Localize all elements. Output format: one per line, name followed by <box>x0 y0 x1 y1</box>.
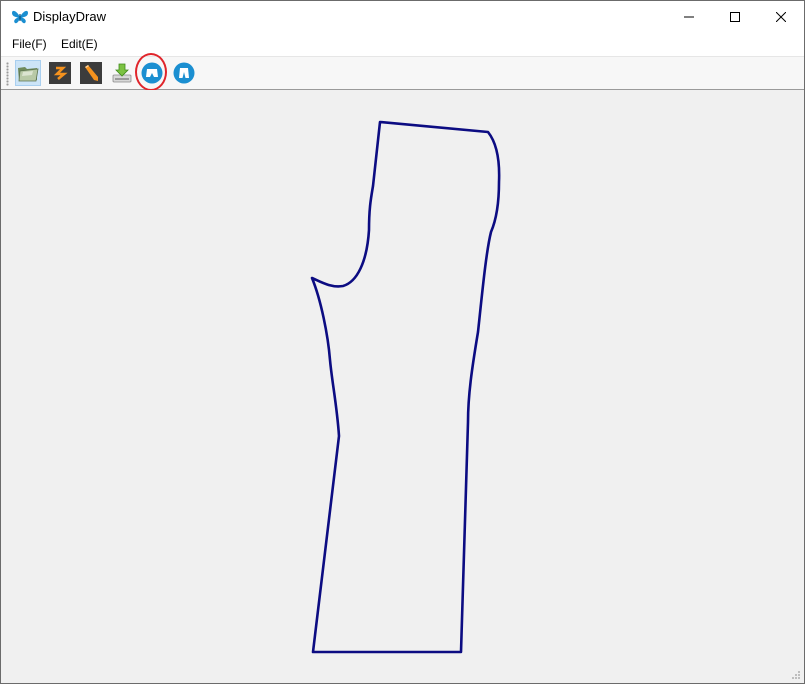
close-button[interactable] <box>758 1 804 33</box>
butterfly-icon <box>11 9 29 25</box>
garment-front-button[interactable] <box>139 60 165 86</box>
menu-bar: File(F) Edit(E) <box>1 34 804 54</box>
toolbar-grip[interactable] <box>6 62 9 86</box>
zigzag-tool-button[interactable] <box>47 60 73 86</box>
close-icon <box>776 12 786 22</box>
garment-front-icon <box>141 62 163 84</box>
garment-back-button[interactable] <box>171 60 197 86</box>
maximize-button[interactable] <box>712 1 758 33</box>
minimize-button[interactable] <box>666 1 712 33</box>
open-folder-icon <box>18 67 39 82</box>
maximize-icon <box>730 12 740 22</box>
open-button[interactable] <box>15 60 41 86</box>
download-save-icon <box>112 63 132 83</box>
toolbar <box>1 56 804 90</box>
zigzag-tool-icon <box>49 62 71 84</box>
pencil-tool-icon <box>80 62 102 84</box>
window-title: DisplayDraw <box>33 9 106 24</box>
pattern-piece-outline <box>310 120 501 654</box>
app-window: DisplayDraw File(F) Edit(E) <box>0 0 805 684</box>
canvas-drawing <box>310 120 501 654</box>
pencil-tool-button[interactable] <box>78 60 104 86</box>
drawing-canvas[interactable] <box>1 90 804 683</box>
garment-back-icon <box>173 62 195 84</box>
menu-edit[interactable]: Edit(E) <box>60 36 99 52</box>
title-bar[interactable]: DisplayDraw <box>1 1 804 33</box>
resize-grip-icon[interactable] <box>791 670 801 680</box>
minimize-icon <box>684 16 694 18</box>
menu-file[interactable]: File(F) <box>11 36 48 52</box>
save-download-button[interactable] <box>109 60 135 86</box>
